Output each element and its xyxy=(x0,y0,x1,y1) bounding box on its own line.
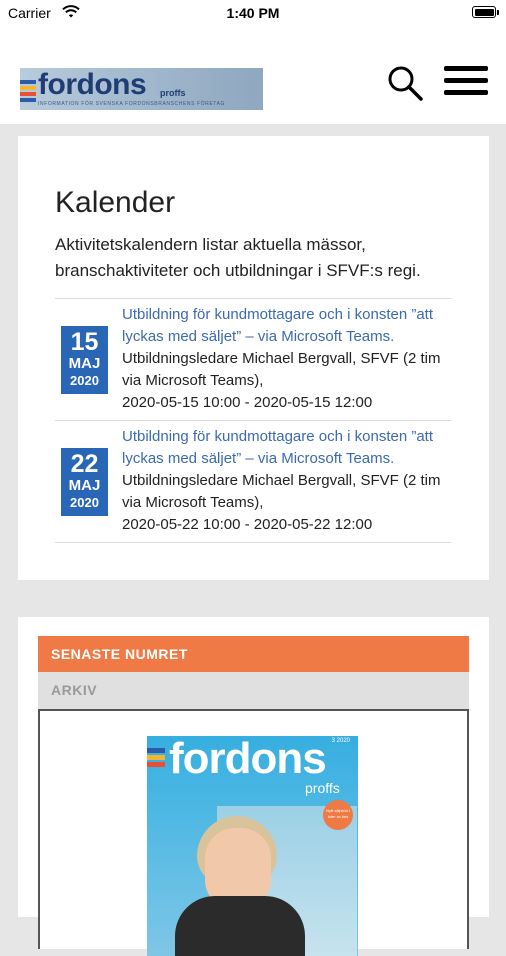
date-badge: 22 MAJ 2020 xyxy=(61,448,108,516)
cover-stripes xyxy=(147,748,165,769)
event-year: 2020 xyxy=(70,373,99,388)
event-body: Utbildning för kundmottagare och i konst… xyxy=(122,426,452,536)
event-title-link[interactable]: Utbildning för kundmottagare och i konst… xyxy=(122,426,452,470)
latest-issue-card: SENASTE NUMRET ARKIV fordons proffs 3 20… xyxy=(18,617,489,956)
magazine-cover-image[interactable]: fordons proffs 3 2020 Nytt säljstöd i ti… xyxy=(147,736,358,956)
menu-icon-bar xyxy=(444,66,488,71)
logo-sub: proffs xyxy=(160,88,186,98)
latest-issue-panel: fordons proffs 3 2020 Nytt säljstöd i ti… xyxy=(38,709,469,956)
cover-logo-word: fordons xyxy=(169,736,327,783)
event-body: Utbildning för kundmottagare och i konst… xyxy=(122,304,452,414)
date-badge: 15 MAJ 2020 xyxy=(61,326,108,394)
event-month: MAJ xyxy=(68,477,101,494)
event-item: 15 MAJ 2020 Utbildning för kundmottagare… xyxy=(55,298,451,420)
cover-logo-sub: proffs xyxy=(305,780,340,796)
menu-button[interactable] xyxy=(444,66,488,100)
event-year: 2020 xyxy=(70,495,99,510)
event-details: Utbildningsledare Michael Bergvall, SFVF… xyxy=(122,472,441,511)
status-bar: Carrier 1:40 PM xyxy=(0,0,506,28)
logo-tagline: INFORMATION FÖR SVENSKA FORDONSBRANSCHEN… xyxy=(38,101,226,107)
logo-stripes xyxy=(20,80,36,104)
event-list: 15 MAJ 2020 Utbildning för kundmottagare… xyxy=(55,298,451,543)
tab-latest-issue[interactable]: SENASTE NUMRET xyxy=(38,636,469,672)
event-details: Utbildningsledare Michael Bergvall, SFVF… xyxy=(122,350,441,389)
calendar-description: Aktivitetskalendern listar aktuella mäss… xyxy=(55,235,421,280)
cover-person-body xyxy=(175,896,305,956)
menu-icon-bar xyxy=(444,78,488,83)
battery-icon xyxy=(472,6,499,18)
event-title-link[interactable]: Utbildning för kundmottagare och i konst… xyxy=(122,304,452,348)
event-day: 22 xyxy=(70,450,99,478)
event-month: MAJ xyxy=(68,355,101,372)
search-button[interactable] xyxy=(386,64,424,102)
calendar-card: Kalender Aktivitetskalendern listar aktu… xyxy=(18,136,489,580)
event-time: 2020-05-15 10:00 - 2020-05-15 12:00 xyxy=(122,394,373,411)
event-day: 15 xyxy=(70,328,99,356)
app-header: fordons proffs INFORMATION FÖR SVENSKA F… xyxy=(0,28,506,124)
calendar-title: Kalender xyxy=(55,186,176,219)
search-icon xyxy=(388,66,423,101)
tab-archive[interactable]: ARKIV xyxy=(38,672,469,709)
event-time: 2020-05-22 10:00 - 2020-05-22 12:00 xyxy=(122,516,373,533)
menu-icon-bar xyxy=(444,90,488,95)
cover-badge: Nytt säljstöd i tider av kris xyxy=(323,800,353,830)
logo-word: fordons xyxy=(38,68,147,101)
event-item: 22 MAJ 2020 Utbildning för kundmottagare… xyxy=(55,420,451,543)
clock: 1:40 PM xyxy=(226,5,280,21)
cover-issue: 3 2020 xyxy=(331,738,350,744)
fordonsproffs-logo[interactable]: fordons proffs INFORMATION FÖR SVENSKA F… xyxy=(20,68,263,110)
